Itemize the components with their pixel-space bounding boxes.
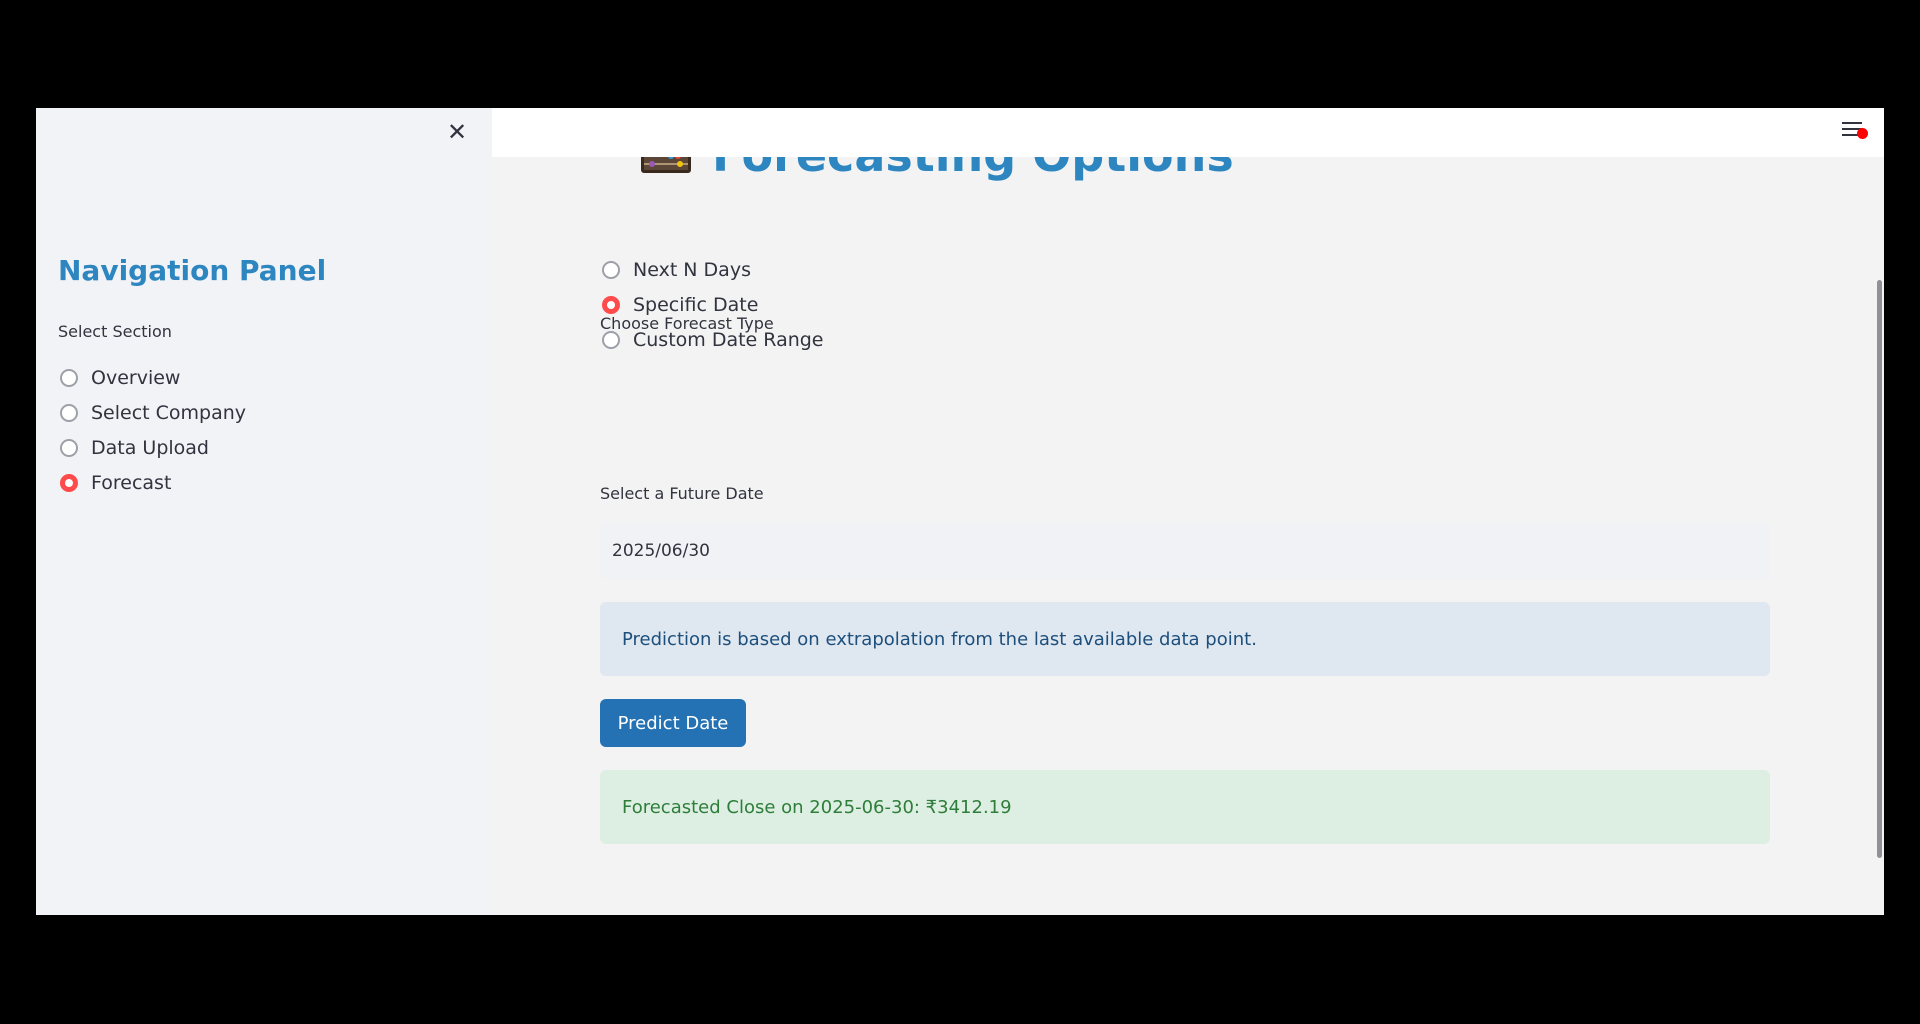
radio-button-icon[interactable]	[60, 368, 78, 387]
info-alert-text: Prediction is based on extrapolation fro…	[622, 628, 1257, 650]
radio-button-icon[interactable]	[60, 438, 78, 457]
sidebar-item-label: Data Upload	[91, 436, 209, 459]
success-alert: Forecasted Close on 2025-06-30: ₹3412.19	[600, 770, 1770, 844]
radio-button-icon[interactable]	[602, 295, 620, 314]
future-date-input[interactable]	[600, 522, 1770, 579]
sidebar-item-overview[interactable]: Overview	[60, 360, 246, 395]
sidebar-item-forecast[interactable]: Forecast	[60, 465, 246, 500]
info-alert: Prediction is based on extrapolation fro…	[600, 602, 1770, 676]
radio-button-icon[interactable]	[60, 403, 78, 422]
vertical-scrollbar[interactable]	[1877, 280, 1882, 858]
future-date-label: Select a Future Date	[600, 484, 764, 503]
predict-date-button[interactable]: Predict Date	[600, 699, 746, 747]
success-alert-text: Forecasted Close on 2025-06-30: ₹3412.19	[622, 796, 1012, 818]
radio-button-icon[interactable]	[602, 330, 620, 349]
notification-dot-icon	[1857, 128, 1868, 139]
select-section-label: Select Section	[58, 322, 172, 341]
forecast-type-label-text: Specific Date	[633, 293, 759, 316]
forecast-type-label-text: Next N Days	[633, 258, 751, 281]
forecast-type-radio-group: Next N Days Specific Date Custom Date Ra…	[602, 252, 824, 357]
sidebar-item-label: Forecast	[91, 471, 172, 494]
sidebar-item-select-company[interactable]: Select Company	[60, 395, 246, 430]
radio-button-icon[interactable]	[60, 473, 78, 492]
hamburger-menu-icon[interactable]	[1842, 120, 1868, 140]
sidebar-item-data-upload[interactable]: Data Upload	[60, 430, 246, 465]
forecast-type-custom-date-range[interactable]: Custom Date Range	[602, 322, 824, 357]
app-window: ✕ Navigation Panel Select Section Overvi…	[36, 108, 1884, 915]
menu-line	[1842, 122, 1862, 124]
radio-button-icon[interactable]	[602, 260, 620, 279]
sidebar-title: Navigation Panel	[58, 254, 327, 287]
sidebar-item-label: Overview	[91, 366, 181, 389]
app-header	[492, 108, 1884, 157]
section-radio-group: Overview Select Company Data Upload Fore…	[60, 360, 246, 500]
forecast-type-next-n-days[interactable]: Next N Days	[602, 252, 824, 287]
forecast-type-specific-date[interactable]: Specific Date	[602, 287, 824, 322]
close-icon[interactable]: ✕	[443, 118, 471, 146]
sidebar-item-label: Select Company	[91, 401, 247, 424]
forecast-type-label-text: Custom Date Range	[633, 328, 824, 351]
sidebar: ✕ Navigation Panel Select Section Overvi…	[36, 108, 492, 915]
